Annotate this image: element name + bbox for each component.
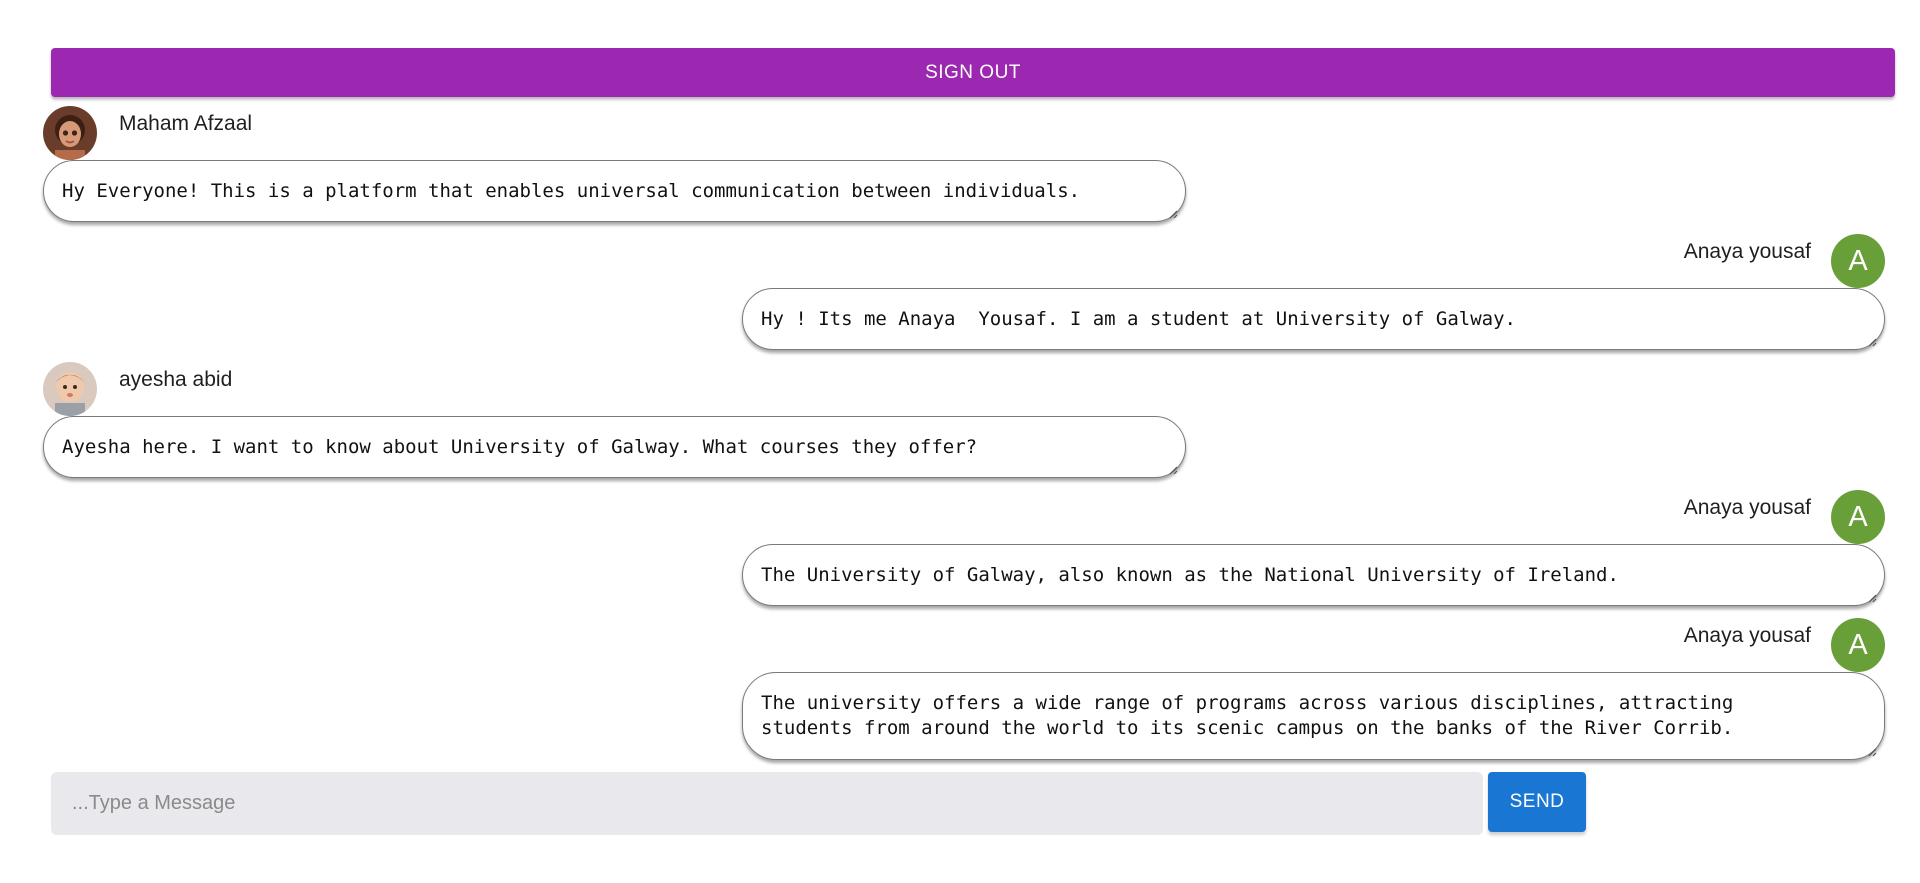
sender-name: Anaya yousaf: [1683, 240, 1811, 263]
message-text: The University of Galway, also known as …: [761, 563, 1619, 586]
message-text: Hy Everyone! This is a platform that ena…: [62, 179, 1081, 202]
message-bubble[interactable]: Hy ! Its me Anaya Yousaf. I am a student…: [742, 288, 1885, 350]
avatar: A: [1831, 234, 1885, 288]
message-text: The university offers a wide range of pr…: [761, 692, 1734, 739]
message-input-container: [51, 772, 1483, 835]
resize-grip-icon: [1868, 594, 1877, 603]
message-input[interactable]: [51, 772, 1483, 835]
send-button[interactable]: SEND: [1488, 772, 1586, 832]
avatar: A: [1831, 490, 1885, 544]
message-text: Ayesha here. I want to know about Univer…: [62, 435, 978, 458]
resize-grip-icon: [1868, 338, 1877, 347]
sender-name: Anaya yousaf: [1683, 496, 1811, 519]
sign-out-button[interactable]: SIGN OUT: [51, 48, 1895, 97]
message-bubble[interactable]: Hy Everyone! This is a platform that ena…: [43, 160, 1186, 222]
message-bubble[interactable]: The university offers a wide range of pr…: [742, 672, 1885, 760]
sender-name: ayesha abid: [119, 368, 233, 391]
avatar-photo-icon: [43, 362, 97, 416]
chat-page: SIGN OUT Maham Afzaal Hy Everyone! This …: [0, 0, 1920, 883]
sender-name: Maham Afzaal: [119, 112, 253, 135]
sender-name: Anaya yousaf: [1683, 624, 1811, 647]
avatar: A: [1831, 618, 1885, 672]
resize-grip-icon: [1868, 748, 1877, 757]
resize-grip-icon: [1169, 466, 1178, 475]
message-bubble[interactable]: The University of Galway, also known as …: [742, 544, 1885, 606]
message-bubble[interactable]: Ayesha here. I want to know about Univer…: [43, 416, 1186, 478]
resize-grip-icon: [1169, 210, 1178, 219]
avatar-photo-icon: [43, 106, 97, 160]
message-text: Hy ! Its me Anaya Yousaf. I am a student…: [761, 307, 1516, 330]
